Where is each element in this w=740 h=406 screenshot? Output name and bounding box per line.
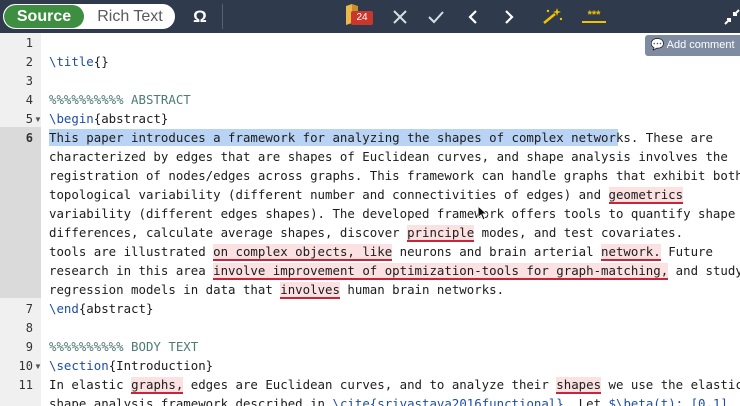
code-line-wrap[interactable]: characterized by edges that are shapes o… [49, 149, 728, 164]
source-mode-button[interactable]: Source [4, 5, 84, 28]
add-comment-label: Add comment [666, 39, 735, 51]
text-segment: differences, calculate average shapes, d… [49, 225, 408, 240]
spelling-error[interactable]: principle [407, 225, 475, 242]
line-number: 5 [25, 112, 33, 126]
latex-argument: {Introduction} [108, 358, 214, 373]
fold-arrow-icon[interactable]: ▼ [34, 115, 42, 124]
code-line-wrap[interactable]: variability (different edges shapes). Th… [49, 206, 735, 221]
check-icon[interactable] [424, 0, 448, 35]
line-number: 9 [25, 340, 33, 354]
grammar-error[interactable]: graphs, [131, 377, 184, 394]
code-comment[interactable]: %%%%%%%%%% BODY TEXT [49, 339, 198, 354]
comment-icon: 💬 [650, 39, 665, 51]
chevron-right-icon[interactable] [497, 0, 521, 35]
code-line-wrap[interactable]: registration of nodes/edges across graph… [49, 168, 740, 183]
latex-argument: {} [93, 54, 109, 69]
line-number: 7 [25, 302, 33, 316]
grammar-error[interactable]: network. [601, 244, 661, 261]
spelling-error[interactable]: shapes [556, 377, 602, 394]
code-line-wrap[interactable]: research in this area involve improvemen… [49, 263, 740, 280]
line-number: 3 [25, 74, 33, 88]
text-segment: human brain networks. [339, 282, 505, 297]
add-comment-button[interactable]: 💬 Add comment [645, 35, 740, 56]
editor-toolbar: Source Rich Text Ω 24 *** [0, 0, 740, 33]
latex-command: \begin [49, 111, 94, 126]
line-number: 10 [18, 359, 33, 373]
code-line-wrap[interactable]: topological variability (different numbe… [49, 187, 684, 204]
code-line-wrap[interactable]: shape analysis framework described in \c… [49, 396, 728, 406]
code-line[interactable]: In elastic graphs, edges are Euclidean c… [49, 377, 740, 394]
code-line[interactable]: \begin{abstract} [49, 111, 168, 126]
toolbar-divider [222, 4, 223, 29]
text-segment: . Let [563, 396, 609, 406]
text-segment: regression models in data that [49, 282, 281, 297]
latex-command: \end [49, 301, 79, 316]
grammar-error[interactable]: involves [280, 282, 340, 299]
text-segment: edges are Euclidean curves, and to analy… [183, 377, 557, 392]
code-line-wrap[interactable]: tools are illustrated on complex objects… [49, 244, 713, 261]
grammar-error[interactable]: involve improvement of optimization-tool… [213, 263, 669, 280]
mouse-cursor-icon [477, 204, 489, 221]
collapse-icon[interactable] [720, 0, 740, 37]
text-segment: and studying [675, 263, 740, 278]
spelling-error[interactable]: geometrics [608, 187, 684, 204]
line-number: 4 [25, 93, 33, 107]
code-comment[interactable]: %%%%%%%%%% ABSTRACT [49, 92, 191, 107]
chevron-left-icon[interactable] [461, 0, 485, 35]
latex-command: \title [49, 54, 94, 69]
editor-mode-toggle[interactable]: Source Rich Text [3, 4, 175, 29]
text-segment: These are [638, 130, 713, 145]
latex-command: \section [49, 358, 109, 373]
spellcheck-icon[interactable]: *** [582, 10, 606, 23]
text-segment: In elastic [49, 377, 132, 392]
line-number: 8 [25, 321, 33, 335]
code-line-wrap[interactable]: differences, calculate average shapes, d… [49, 225, 684, 242]
code-editor[interactable]: 1 2 3 4 5 ▼ 6 7 8 9 10 ▼ 11 \title{} %%%… [0, 33, 740, 406]
code-line-wrap[interactable]: regression models in data that involves … [49, 282, 505, 299]
active-line-gutter [0, 127, 41, 298]
code-line[interactable]: \section{Introduction} [49, 358, 213, 373]
text-segment: shape analysis framework described in [49, 396, 333, 406]
latex-argument: {abstract} [78, 301, 154, 316]
code-line[interactable]: This paper introduces a framework for an… [49, 130, 713, 145]
text-segment: neurons and brain arterial [392, 244, 602, 259]
line-number: 2 [25, 55, 33, 69]
math-segment: $\beta(t); [0,1] [608, 396, 728, 406]
code-line[interactable]: \title{} [49, 54, 109, 69]
close-icon[interactable] [388, 0, 412, 35]
text-segment: modes, and test covariates. [474, 225, 684, 240]
rich-text-mode-button[interactable]: Rich Text [84, 5, 174, 28]
line-number: 11 [18, 378, 33, 392]
latex-argument: {abstract} [93, 111, 169, 126]
latex-command: \cite [332, 396, 370, 406]
text-segment: topological variability (different numbe… [49, 187, 609, 202]
grammar-error[interactable]: on complex objects, like [213, 244, 393, 261]
review-count-badge: 24 [351, 11, 373, 25]
fold-arrow-icon[interactable]: ▼ [34, 362, 42, 371]
text-segment: Future [660, 244, 713, 259]
selected-text: This paper introduces a framework for an… [49, 130, 639, 145]
text-segment: research in this area [49, 263, 214, 278]
line-number: 6 [25, 131, 33, 145]
text-segment: tools are illustrated [49, 244, 214, 259]
code-line[interactable]: \end{abstract} [49, 301, 153, 316]
latex-argument: {srivastava2016functional} [369, 396, 564, 406]
magic-wand-icon[interactable] [541, 0, 565, 37]
text-segment: we use the elastic [601, 377, 740, 392]
omega-icon[interactable]: Ω [188, 0, 212, 33]
line-number: 1 [25, 36, 33, 50]
